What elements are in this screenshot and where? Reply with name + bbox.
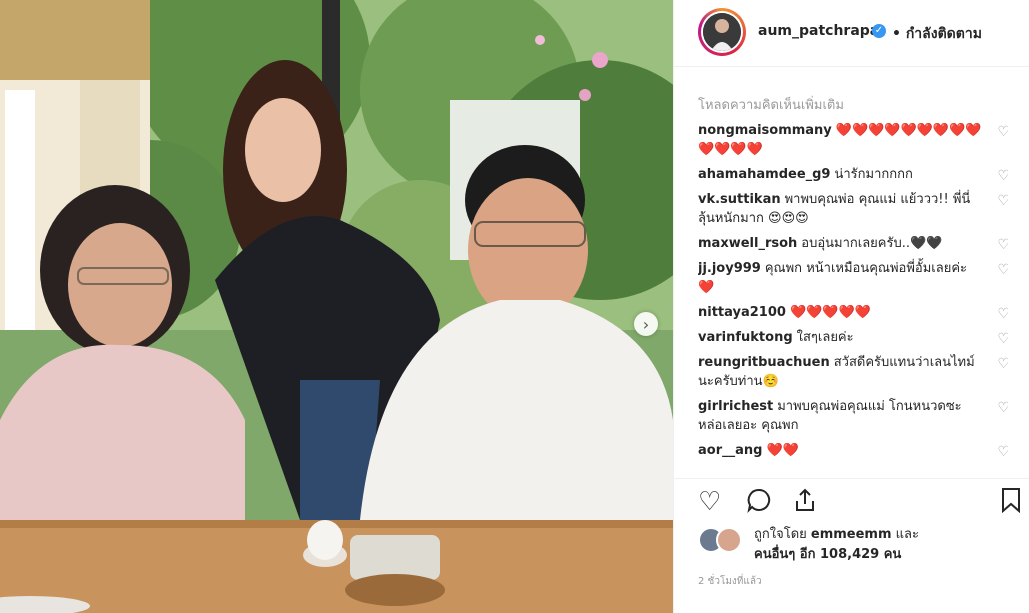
likes-prefix: ถูกใจโดย	[754, 527, 807, 542]
likes-others-link[interactable]: คนอื่นๆ อีก 108,429 คน	[754, 547, 901, 562]
heart-outline-icon[interactable]: ♡	[698, 487, 721, 517]
comment: girlrichest มาพบคุณพ่อคุณแม่ โกนหนวดซะหล่…	[698, 397, 1008, 435]
comment-text: ❤️❤️❤️❤️❤️	[789, 305, 871, 320]
likes-text: ถูกใจโดย emmeemm และ คนอื่นๆ อีก 108,429…	[754, 525, 1014, 565]
comment-username[interactable]: ahamahamdee_g9	[698, 167, 830, 182]
like-comment-heart-icon[interactable]: ♡	[997, 261, 1008, 280]
likes-and: และ	[895, 527, 919, 542]
avatar[interactable]	[698, 8, 746, 56]
likes-user-link[interactable]: emmeemm	[811, 527, 892, 542]
comment-username[interactable]: vk.suttikan	[698, 192, 781, 207]
carousel-next-button[interactable]: ›	[634, 312, 658, 336]
like-comment-heart-icon[interactable]: ♡	[997, 236, 1008, 255]
comment-bubble-icon[interactable]	[746, 487, 772, 520]
comment: nittaya2100 ❤️❤️❤️❤️❤️ ♡	[698, 303, 1008, 322]
username-link[interactable]: aum_patchrapa	[758, 23, 879, 39]
like-comment-heart-icon[interactable]: ♡	[997, 167, 1008, 186]
bookmark-icon[interactable]	[1000, 487, 1022, 520]
like-comment-heart-icon[interactable]: ♡	[997, 399, 1008, 418]
comment-username[interactable]: nongmaisommany	[698, 123, 832, 138]
like-comment-heart-icon[interactable]: ♡	[997, 443, 1008, 462]
post-actions: ♡ ถูกใจโดย emmeemm และ คนอื่นๆ อีก 108,4…	[674, 478, 1029, 579]
like-comment-heart-icon[interactable]: ♡	[997, 123, 1008, 142]
comment-username[interactable]: nittaya2100	[698, 305, 786, 320]
comment: jj.joy999 คุณพก หน้าเหมือนคุณพ่อพี่อั้มเล…	[698, 259, 1008, 297]
following-status-button[interactable]: • กำลังติดตาม	[892, 23, 982, 45]
comments-list[interactable]: โหลดความคิดเห็นเพิ่มเติม nongmaisommany ❤…	[698, 84, 1008, 476]
comment-username[interactable]: jj.joy999	[698, 261, 761, 276]
post-photo[interactable]: ›	[0, 0, 673, 613]
avatar-image	[703, 13, 741, 51]
post-photo-image	[0, 0, 673, 613]
comment: reungritbuachuen สวัสดีครับแทนว่าเลนไทม์น…	[698, 353, 1008, 391]
like-comment-heart-icon[interactable]: ♡	[997, 305, 1008, 324]
share-icon[interactable]	[792, 487, 818, 520]
comment-text: อบอุ่นมากเลยครับ..🖤🖤	[801, 236, 943, 251]
comment: vk.suttikan พาพบคุณพ่อ คุณแม่ แย้ววว!! พี…	[698, 190, 1008, 228]
comment: ahamahamdee_g9 น่ารักมากกกก ♡	[698, 165, 1008, 184]
comment-text: ใสๆเลยค่ะ	[796, 330, 854, 345]
like-comment-heart-icon[interactable]: ♡	[997, 192, 1008, 211]
comment-text: น่ารักมากกกก	[834, 167, 913, 182]
post-header: aum_patchrapa ✓ • กำลังติดตาม	[674, 0, 1029, 67]
verified-badge-icon: ✓	[872, 24, 886, 38]
post-details-panel: aum_patchrapa ✓ • กำลังติดตาม โหลดความคิ…	[673, 0, 1029, 613]
like-comment-heart-icon[interactable]: ♡	[997, 330, 1008, 349]
avatar	[716, 527, 742, 553]
load-more-comments-link[interactable]: โหลดความคิดเห็นเพิ่มเติม	[698, 94, 1008, 115]
chevron-right-icon: ›	[642, 314, 650, 334]
comment-username[interactable]: varinfuktong	[698, 330, 793, 345]
comment-username[interactable]: girlrichest	[698, 399, 773, 414]
comment-username[interactable]: aor__ang	[698, 443, 762, 458]
comment: aor__ang ❤️❤️ ♡	[698, 441, 1008, 460]
comment: varinfuktong ใสๆเลยค่ะ ♡	[698, 328, 1008, 347]
comment-username[interactable]: reungritbuachuen	[698, 355, 830, 370]
post-timestamp[interactable]: 2 ชั่วโมงที่แล้ว	[698, 574, 762, 589]
comment: nongmaisommany ❤️❤️❤️❤️❤️❤️❤️❤️❤️❤️❤️❤️❤️…	[698, 121, 1008, 159]
comment: maxwell_rsoh อบอุ่นมากเลยครับ..🖤🖤 ♡	[698, 234, 1008, 253]
like-comment-heart-icon[interactable]: ♡	[997, 355, 1008, 374]
comment-username[interactable]: maxwell_rsoh	[698, 236, 797, 251]
comment-text: ❤️❤️	[766, 443, 799, 458]
